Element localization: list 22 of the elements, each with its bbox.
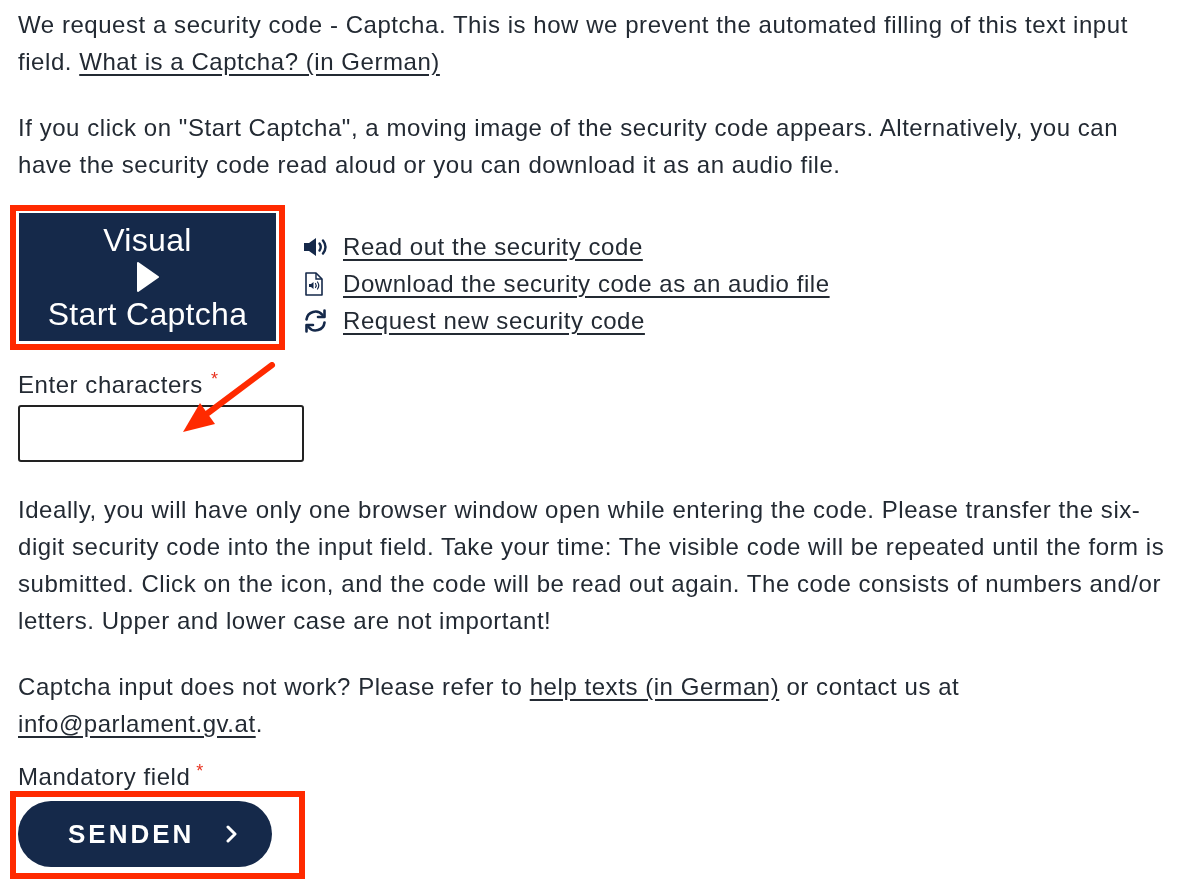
input-label: Enter characters (18, 370, 203, 400)
help-paragraph: Captcha input does not work? Please refer to help texts (in German) or contact us at info@parlament.gv.at. (18, 672, 961, 739)
help-texts-link[interactable]: help texts (in German) (529, 673, 780, 700)
hint-paragraph: Ideally, you will have only one browser window open while entering the code. Please transfer the six-digit security code into the input field. Take your time: The visible code will be repeated until the form is submitted. Click on the icon, and the code will be read out again. The code consists of numbers and/or letters. Upper and lower case are not important! (18, 495, 1166, 636)
intro-paragraph: We request a security code - Captcha. This is how we prevent the automated filling of this text input field. What is a Captcha? (in German) (18, 10, 1129, 77)
audio-option-link[interactable]: Download the security code as an audio file (343, 265, 830, 302)
refresh-icon (303, 308, 328, 333)
captcha-input-field[interactable] (18, 405, 304, 462)
submit-button[interactable]: SENDEN (18, 801, 272, 867)
speaker-icon (303, 236, 329, 257)
email-link[interactable]: info@parlament.gv.at (18, 710, 256, 737)
audio-option-link[interactable]: Read out the security code (343, 228, 643, 265)
audio-file-icon (305, 271, 323, 296)
required-mark: * (196, 760, 204, 783)
required-mark: * (210, 368, 219, 391)
audio-option-link[interactable]: Request new security code (343, 302, 645, 339)
explanation-paragraph: If you click on "Start Captcha", a moving image of the security code appears. Alternatively, you can have the security code read aloud or you can download it as an audio file. (18, 113, 1120, 180)
mandatory-note: Mandatory field (18, 762, 191, 792)
chevron-right-icon (226, 824, 238, 844)
captcha-info-link[interactable]: What is a Captcha? (in German) (79, 48, 440, 75)
start-captcha-button[interactable]: Visual Start Captcha (19, 213, 276, 341)
play-icon (136, 261, 159, 293)
